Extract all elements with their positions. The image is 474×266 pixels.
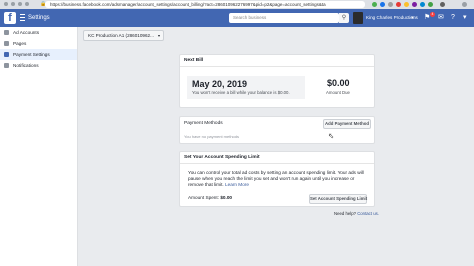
extension-icon[interactable] xyxy=(428,2,433,7)
chevron-down-icon: ▾ xyxy=(157,33,160,38)
help-text: Need help? xyxy=(334,211,358,216)
extension-icon[interactable] xyxy=(412,2,417,7)
spending-limit-heading: Set Your Account Spending Limit xyxy=(180,152,374,164)
bill-date: May 20, 2019 xyxy=(192,79,248,89)
extension-icon[interactable] xyxy=(388,2,393,7)
set-spending-limit-button[interactable]: Set Account Spending Limit xyxy=(309,194,367,204)
sidebar-item-ad-accounts[interactable]: Ad Accounts xyxy=(0,27,77,38)
amount-spent-value: $0.00 xyxy=(220,195,233,200)
search-input[interactable]: Search business xyxy=(229,13,339,23)
learn-more-link[interactable]: Learn More xyxy=(225,182,249,187)
description-text: You can control your total ad costs by s… xyxy=(188,170,364,187)
back-icon[interactable] xyxy=(4,2,8,6)
help-footer: Need help? Contact us. xyxy=(334,211,379,217)
facebook-logo-icon[interactable]: f xyxy=(4,12,16,24)
pages-icon xyxy=(4,41,9,46)
amount-due-label: Amount Due xyxy=(326,90,350,95)
contact-us-link[interactable]: Contact us. xyxy=(357,211,379,216)
extension-icon[interactable] xyxy=(380,2,385,7)
page-title: Settings xyxy=(28,15,50,21)
bill-note: You won't receive a bill while your bala… xyxy=(192,90,290,95)
address-bar[interactable]: https://business.facebook.com/adsmanager… xyxy=(45,1,365,8)
amount-due-value: $0.00 xyxy=(327,78,350,88)
reload-icon[interactable] xyxy=(18,2,22,6)
payment-methods-heading: Payment Methods xyxy=(184,121,223,126)
next-bill-card: Next Bill May 20, 2019 You won't receive… xyxy=(179,54,375,108)
extension-icon[interactable] xyxy=(404,2,409,7)
extension-icon[interactable] xyxy=(420,2,425,7)
forward-icon[interactable] xyxy=(11,2,15,6)
bill-summary: May 20, 2019 You won't receive a bill wh… xyxy=(187,76,305,99)
spending-limit-card: Set Your Account Spending Limit You can … xyxy=(179,151,375,207)
ad-account-selector-value: KC Production A1 (28601096​2... xyxy=(88,33,154,38)
mouse-cursor-icon: ⬁ xyxy=(328,133,334,140)
sidebar-item-pages[interactable]: Pages xyxy=(0,38,77,49)
notification-badge: 4 xyxy=(430,12,435,17)
sidebar-item-payment-settings[interactable]: Payment Settings xyxy=(0,49,77,60)
messages-icon[interactable]: ✉ xyxy=(438,13,444,23)
home-icon[interactable] xyxy=(25,2,29,6)
sidebar-item-notifications[interactable]: Notifications xyxy=(0,60,77,71)
hamburger-menu-icon[interactable] xyxy=(20,14,25,22)
sidebar: Ad Accounts Pages Payment Settings Notif… xyxy=(0,27,78,266)
payment-methods-card: Payment Methods Add Payment Method You h… xyxy=(179,116,375,144)
browser-toolbar: 🔒 https://business.facebook.com/adsmanag… xyxy=(0,0,474,9)
sidebar-item-label: Payment Settings xyxy=(13,52,50,57)
menu-icon[interactable] xyxy=(462,2,467,7)
ad-accounts-icon xyxy=(4,30,9,35)
avatar[interactable] xyxy=(353,12,363,24)
sidebar-item-label: Pages xyxy=(13,41,27,46)
chevron-down-icon[interactable]: ▾ xyxy=(411,13,414,23)
payment-icon xyxy=(4,52,9,57)
extension-icon[interactable] xyxy=(396,2,401,7)
search-icon[interactable]: ⚲ xyxy=(339,13,349,23)
ad-account-selector[interactable]: KC Production A1 (28601096​2... ▾ xyxy=(83,30,164,41)
top-bar: f Settings Search business ⚲ King Charle… xyxy=(0,9,474,27)
notifications-icon xyxy=(4,63,9,68)
extension-icon[interactable] xyxy=(372,2,377,7)
profile-avatar[interactable] xyxy=(440,2,445,7)
sidebar-item-label: Ad Accounts xyxy=(13,30,40,35)
add-payment-method-button[interactable]: Add Payment Method xyxy=(323,119,371,129)
spending-limit-description: You can control your total ad costs by s… xyxy=(188,170,370,188)
next-bill-heading: Next Bill xyxy=(180,55,374,67)
settings-icon[interactable]: ▾ xyxy=(463,13,467,23)
sidebar-item-label: Notifications xyxy=(13,63,39,68)
no-payment-methods-text: You have no payment methods xyxy=(184,134,240,139)
amount-spent: Amount Spent: $0.00 xyxy=(188,195,232,201)
help-icon[interactable]: ? xyxy=(451,13,455,23)
amount-spent-label: Amount Spent: xyxy=(188,195,221,200)
